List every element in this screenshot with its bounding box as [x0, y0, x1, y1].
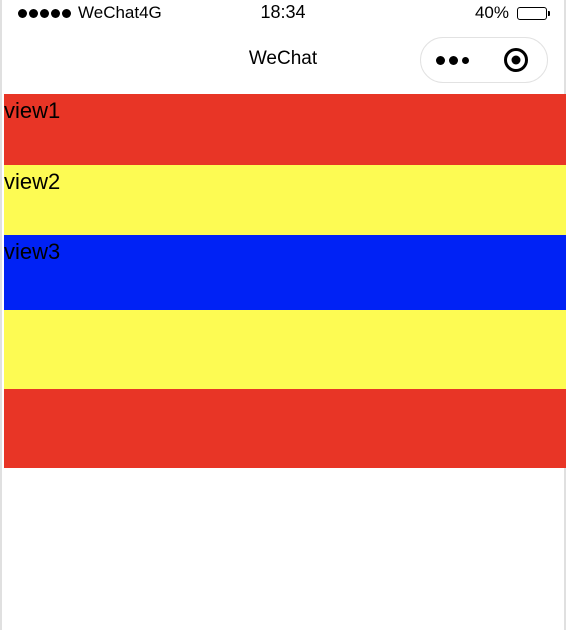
close-miniprogram-button[interactable]: [485, 38, 547, 82]
battery-percent: 40%: [474, 3, 509, 22]
view-block-1: view1: [4, 94, 566, 165]
more-button[interactable]: [421, 38, 484, 82]
view-label-3: view3: [4, 239, 61, 264]
view-block-3: view3: [4, 235, 566, 310]
battery-icon: [517, 6, 550, 20]
target-close-icon: [503, 48, 528, 72]
view-block-5: [4, 389, 566, 468]
status-bar: WeChat4G 18:34 40%: [2, 0, 564, 28]
view-block-4: [4, 310, 566, 389]
view-label-1: view1: [4, 98, 61, 123]
phone-screen: WeChat4G 18:34 40% WeChat view1 view2 vi…: [0, 0, 566, 630]
more-icon: [436, 55, 445, 65]
view-block-2: view2: [4, 165, 566, 235]
status-right: 40%: [475, 3, 550, 23]
menu-capsule: [420, 37, 548, 83]
view-label-2: view2: [4, 169, 61, 194]
content-area: view1 view2 view3: [4, 94, 566, 468]
navigation-bar: WeChat: [2, 28, 564, 92]
